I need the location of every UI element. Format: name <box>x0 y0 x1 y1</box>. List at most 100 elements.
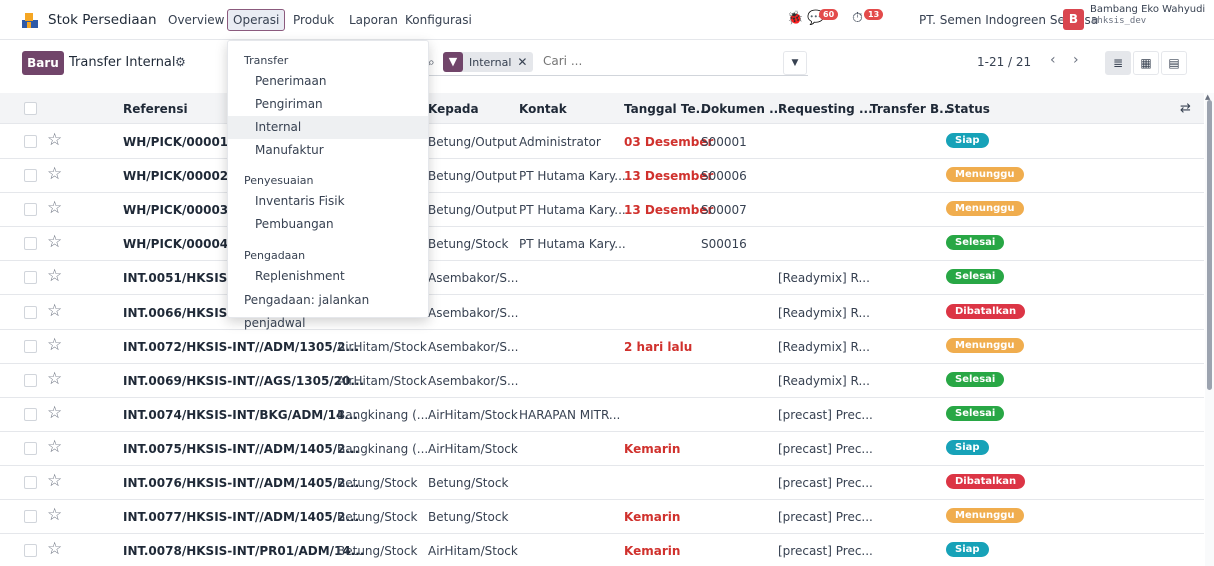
row-checkbox[interactable] <box>24 408 37 421</box>
star-icon[interactable]: ☆ <box>47 539 62 559</box>
menu-produk[interactable]: Produk <box>293 13 334 27</box>
row-checkbox[interactable] <box>24 135 37 148</box>
col-transfer[interactable]: Transfer B... <box>870 102 953 116</box>
cell-kontak: Administrator <box>519 135 601 149</box>
cell-kepada: Asembakor/S... <box>428 306 519 320</box>
scroll-up-icon[interactable]: ▲ <box>1205 93 1210 101</box>
cell-kepada: Betung/Stock <box>428 510 509 524</box>
cell-requesting: [Readymix] R... <box>778 306 870 320</box>
row-checkbox[interactable] <box>24 203 37 216</box>
col-dokumen[interactable]: Dokumen ... <box>701 102 783 116</box>
menu-item-replenishment[interactable]: Replenishment <box>228 265 428 288</box>
cell-dokumen: S00001 <box>701 135 747 149</box>
pager-value[interactable]: 1-21 / 21 <box>977 55 1031 69</box>
star-icon[interactable]: ☆ <box>47 198 62 218</box>
cell-referensi: WH/PICK/00001 <box>123 135 229 149</box>
star-icon[interactable]: ☆ <box>47 164 62 184</box>
app-logo-icon[interactable] <box>22 12 38 28</box>
user-name[interactable]: Bambang Eko Wahyudi <box>1090 4 1205 16</box>
star-icon[interactable]: ☆ <box>47 437 62 457</box>
star-icon[interactable]: ☆ <box>47 335 62 355</box>
cell-requesting: [Readymix] R... <box>778 340 870 354</box>
bug-icon[interactable]: 🐞 <box>787 11 803 26</box>
menu-item-pembuangan[interactable]: Pembuangan <box>228 213 428 236</box>
kanban-view-icon[interactable]: ▦ <box>1133 51 1159 75</box>
star-icon[interactable]: ☆ <box>47 471 62 491</box>
list-view-icon[interactable]: ≣ <box>1105 51 1131 75</box>
menu-konfigurasi[interactable]: Konfigurasi <box>405 13 472 27</box>
cell-dokumen: S00016 <box>701 237 747 251</box>
menu-item-run-scheduler[interactable]: Pengadaan: jalankan penjadwal <box>228 289 428 330</box>
col-referensi[interactable]: Referensi <box>123 102 188 116</box>
row-checkbox[interactable] <box>24 510 37 523</box>
status-badge: Dibatalkan <box>946 304 1026 319</box>
cell-requesting: [precast] Prec... <box>778 510 873 524</box>
menu-overview[interactable]: Overview <box>168 13 225 27</box>
search-input[interactable] <box>543 54 763 68</box>
cell-referensi: INT.0069/HKSIS-INT//AGS/1305/20... <box>123 374 365 388</box>
cell-dari: AirHitam/Stock <box>337 374 427 388</box>
cell-kepada: Betung/Output <box>428 135 517 149</box>
close-icon[interactable]: ✕ <box>517 55 527 69</box>
star-icon[interactable]: ☆ <box>47 130 62 150</box>
operasi-dropdown: Transfer Penerimaan Pengiriman Internal … <box>227 40 429 330</box>
row-checkbox[interactable] <box>24 169 37 182</box>
row-checkbox[interactable] <box>24 271 37 284</box>
star-icon[interactable]: ☆ <box>47 403 62 423</box>
row-checkbox[interactable] <box>24 306 37 319</box>
col-status[interactable]: Status <box>946 102 990 116</box>
col-requesting[interactable]: Requesting ... <box>778 102 873 116</box>
gear-icon[interactable]: ⚙ <box>175 55 186 69</box>
row-checkbox[interactable] <box>24 544 37 557</box>
select-all-checkbox[interactable] <box>24 102 37 115</box>
chat-count-badge: 60 <box>819 9 839 20</box>
cell-referensi: INT.0077/HKSIS-INT//ADM/1405/2... <box>123 510 360 524</box>
status-badge: Selesai <box>946 269 1005 284</box>
row-checkbox[interactable] <box>24 374 37 387</box>
column-settings-icon[interactable]: ⇄ <box>1180 101 1191 116</box>
star-icon[interactable]: ☆ <box>47 266 62 286</box>
row-checkbox[interactable] <box>24 442 37 455</box>
star-icon[interactable]: ☆ <box>47 232 62 252</box>
cell-kepada: AirHitam/Stock <box>428 442 518 456</box>
cell-kepada: Betung/Stock <box>428 476 509 490</box>
new-button[interactable]: Baru <box>22 51 64 75</box>
scrollbar-thumb[interactable] <box>1207 100 1212 390</box>
top-navbar: Stok Persediaan Overview Operasi Produk … <box>0 0 1214 40</box>
col-tanggal[interactable]: Tanggal Te... <box>624 102 709 116</box>
col-kepada[interactable]: Kepada <box>428 102 479 116</box>
star-icon[interactable]: ☆ <box>47 505 62 525</box>
row-checkbox[interactable] <box>24 237 37 250</box>
app-name[interactable]: Stok Persediaan <box>48 12 157 28</box>
row-checkbox[interactable] <box>24 476 37 489</box>
star-icon[interactable]: ☆ <box>47 301 62 321</box>
star-icon[interactable]: ☆ <box>47 369 62 389</box>
cell-dari: Bangkinang (... <box>337 408 429 422</box>
menu-laporan[interactable]: Laporan <box>349 13 398 27</box>
chevron-down-icon[interactable]: ▼ <box>783 51 807 75</box>
menu-item-pengiriman[interactable]: Pengiriman <box>228 93 428 116</box>
cell-tanggal: 2 hari lalu <box>624 340 693 354</box>
menu-operasi[interactable]: Operasi <box>227 9 286 31</box>
cell-dari: Betung/Stock <box>337 544 418 558</box>
cell-kontak: HARAPAN MITR... <box>519 408 621 422</box>
cell-tanggal: Kemarin <box>624 442 681 456</box>
status-badge: Selesai <box>946 235 1005 250</box>
menu-item-internal[interactable]: Internal <box>228 116 428 139</box>
section-penyesuaian: Penyesuaian <box>244 174 314 187</box>
menu-item-manufaktur[interactable]: Manufaktur <box>228 139 428 162</box>
database-name: ▤hksis_dev <box>1092 16 1146 26</box>
cell-tanggal: 03 Desember <box>624 135 714 149</box>
filter-icon: ▼ <box>443 52 463 72</box>
status-badge: Siap <box>946 542 989 557</box>
calendar-view-icon[interactable]: ▤ <box>1161 51 1187 75</box>
clock-icon[interactable]: ⏱ <box>852 10 863 26</box>
menu-item-penerimaan[interactable]: Penerimaan <box>228 70 428 93</box>
chevron-left-icon[interactable]: ‹ <box>1050 52 1056 68</box>
menu-item-inventaris-fisik[interactable]: Inventaris Fisik <box>228 190 428 213</box>
search-icon[interactable]: ⌕ <box>428 55 435 70</box>
chevron-right-icon[interactable]: › <box>1073 52 1079 68</box>
row-checkbox[interactable] <box>24 340 37 353</box>
user-avatar[interactable]: B <box>1063 9 1084 30</box>
col-kontak[interactable]: Kontak <box>519 102 567 116</box>
